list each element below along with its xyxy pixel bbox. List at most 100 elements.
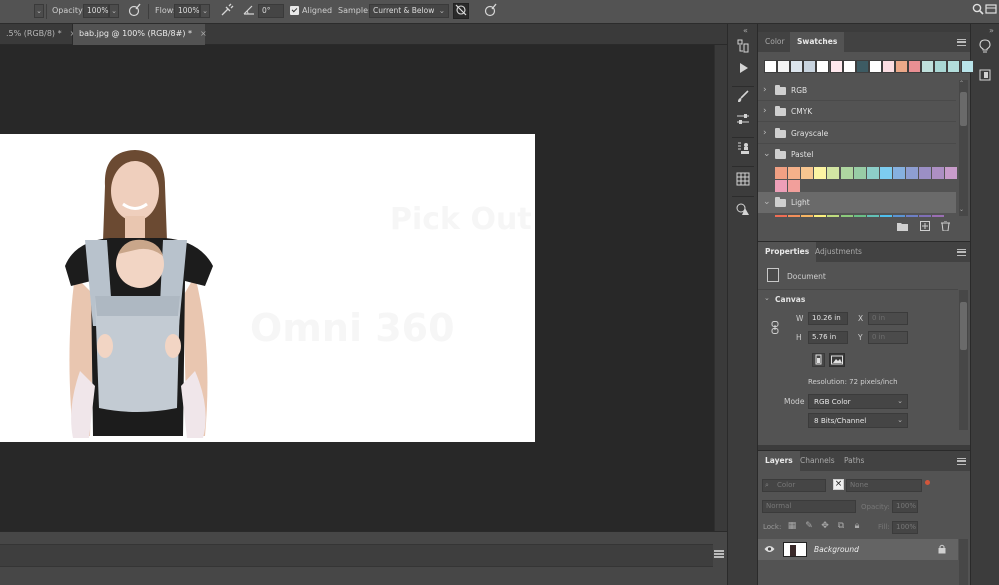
pressure-opacity-icon[interactable] — [126, 3, 142, 19]
opacity-input[interactable]: 100% — [83, 4, 109, 18]
color-swatch[interactable] — [840, 167, 853, 179]
learn-lightbulb-icon[interactable] — [975, 39, 995, 59]
shapes-icon[interactable] — [733, 202, 753, 222]
brush-settings-icon[interactable] — [733, 90, 753, 110]
delete-icon[interactable] — [939, 220, 951, 234]
filter-toggle-icon[interactable] — [925, 480, 930, 485]
color-swatch[interactable] — [829, 60, 843, 73]
scroll-up-icon[interactable]: ⌃ — [959, 80, 964, 87]
landscape-orientation-icon[interactable] — [829, 353, 845, 367]
ignore-adjustment-layers-icon[interactable] — [453, 3, 469, 19]
airbrush-icon[interactable] — [219, 3, 235, 19]
tab-paths[interactable]: Paths — [837, 451, 871, 471]
lock-paint-icon[interactable]: ✎ — [804, 521, 814, 531]
aligned-checkbox[interactable] — [290, 6, 299, 15]
height-input[interactable]: 5.76 in — [808, 331, 848, 344]
angle-input[interactable]: 0° — [258, 4, 284, 18]
color-swatch[interactable] — [788, 167, 801, 179]
color-swatch[interactable] — [855, 60, 869, 73]
color-swatch[interactable] — [895, 60, 908, 73]
color-swatch[interactable] — [853, 167, 866, 179]
menu-icon[interactable] — [714, 550, 724, 558]
x-input[interactable]: 0 in — [868, 312, 908, 325]
color-swatch[interactable] — [801, 167, 814, 179]
new-swatch-icon[interactable] — [919, 221, 931, 234]
lock-transparent-icon[interactable]: ▦ — [787, 521, 797, 531]
panel-menu-icon[interactable] — [957, 249, 966, 256]
lock-all-icon[interactable]: 🔒︎ — [852, 521, 862, 531]
tab-channels[interactable]: Channels — [793, 451, 842, 471]
tool-preset-dropdown[interactable]: ⌄ — [34, 4, 44, 18]
color-swatch[interactable] — [842, 60, 856, 73]
color-swatch[interactable] — [892, 167, 905, 179]
swatches-scrollbar[interactable] — [959, 80, 968, 216]
blend-mode-select[interactable]: Normal — [762, 500, 856, 513]
panel-menu-icon[interactable] — [957, 39, 966, 46]
collapse-icon[interactable]: » — [989, 26, 994, 35]
color-swatch[interactable] — [775, 180, 787, 193]
layer-filter-select[interactable]: Color — [762, 479, 826, 492]
document-canvas[interactable]: Pick Out Omni 360 — [0, 134, 535, 442]
flow-input[interactable]: 100% — [174, 4, 200, 18]
color-swatch[interactable] — [934, 60, 948, 73]
flow-dropdown[interactable]: ⌄ — [200, 4, 210, 18]
swatch-group-pastel[interactable]: ⌄ Pastel — [758, 144, 956, 165]
history-icon[interactable] — [733, 39, 753, 59]
workspace-icon[interactable] — [984, 3, 998, 19]
swatch-group-rgb[interactable]: › RGB — [758, 80, 956, 101]
tab-document-2[interactable]: bab.jpg @ 100% (RGB/8#) * × — [73, 24, 207, 45]
swatches-grid-icon[interactable] — [733, 172, 753, 192]
scroll-down-icon[interactable]: ⌄ — [959, 206, 964, 213]
opacity-dropdown[interactable]: ⌄ — [109, 4, 119, 18]
swatch-group-light[interactable]: ⌄ Light — [758, 192, 956, 213]
color-swatch[interactable] — [921, 60, 935, 73]
swatch-group-cmyk[interactable]: › CMYK — [758, 101, 956, 122]
tab-adjustments[interactable]: Adjustments — [808, 242, 869, 262]
collapse-icon[interactable]: « — [743, 26, 748, 35]
libraries-icon[interactable] — [975, 68, 995, 88]
mode-select[interactable]: RGB Color ⌄ — [808, 394, 908, 409]
close-icon[interactable]: × — [200, 29, 207, 38]
color-swatch[interactable] — [960, 60, 974, 73]
width-input[interactable]: 10.26 in — [808, 312, 848, 325]
lock-move-icon[interactable]: ✥ — [820, 521, 830, 531]
color-swatch[interactable] — [881, 60, 895, 73]
link-chain-icon[interactable] — [771, 321, 779, 334]
color-swatch[interactable] — [945, 167, 958, 179]
new-group-folder-icon[interactable] — [896, 222, 908, 234]
tab-color[interactable]: Color — [758, 32, 792, 52]
color-swatch[interactable] — [775, 167, 787, 179]
color-swatch[interactable] — [816, 60, 830, 73]
tab-swatches[interactable]: Swatches — [790, 32, 845, 52]
scroll-thumb[interactable] — [960, 302, 967, 350]
color-swatch[interactable] — [879, 167, 892, 179]
panel-menu-icon[interactable] — [957, 458, 966, 465]
pressure-size-icon[interactable] — [482, 3, 498, 19]
color-swatch[interactable] — [777, 60, 791, 73]
fill-input[interactable]: 100% — [892, 521, 918, 534]
color-swatch[interactable] — [866, 167, 879, 179]
color-swatch[interactable] — [919, 167, 932, 179]
color-swatch[interactable] — [814, 167, 827, 179]
bit-depth-select[interactable]: 8 Bits/Channel ⌄ — [808, 413, 908, 428]
canvas-workspace[interactable]: Pick Out Omni 360 — [0, 45, 714, 531]
layer-opacity-input[interactable]: 100% — [892, 500, 918, 513]
actions-play-icon[interactable] — [733, 61, 753, 81]
clone-source-icon[interactable] — [733, 141, 753, 161]
adjustments-sliders-icon[interactable] — [733, 112, 753, 132]
chevron-down-icon[interactable]: ⌄ — [764, 294, 770, 302]
lock-artboard-icon[interactable]: ⧉ — [836, 521, 846, 531]
layer-row-background[interactable]: Background — [758, 539, 958, 560]
workspace-scrollbar[interactable] — [714, 45, 727, 531]
filter-value-select[interactable]: None — [846, 479, 922, 492]
visibility-eye-icon[interactable] — [764, 545, 775, 553]
y-input[interactable]: 0 in — [868, 331, 908, 344]
portrait-orientation-icon[interactable] — [812, 353, 825, 367]
color-swatch[interactable] — [868, 60, 882, 73]
color-swatch[interactable] — [803, 60, 817, 73]
sample-select[interactable]: Current & Below ⌄ — [369, 4, 449, 18]
layers-scrollbar[interactable] — [959, 539, 968, 585]
color-swatch[interactable] — [790, 60, 804, 73]
color-swatch[interactable] — [947, 60, 961, 73]
color-swatch[interactable] — [906, 167, 918, 179]
